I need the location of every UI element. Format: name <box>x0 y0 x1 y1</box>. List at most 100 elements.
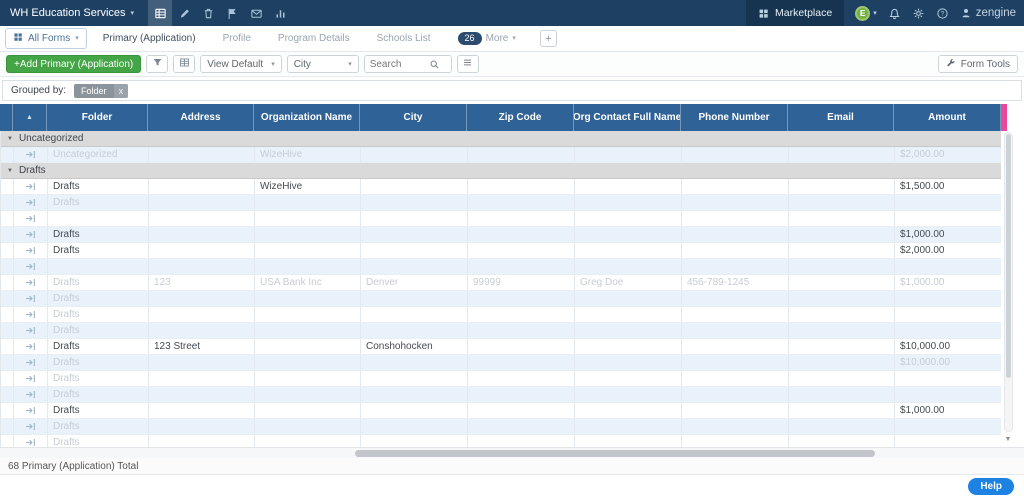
search-icon[interactable] <box>429 59 440 70</box>
filter-button[interactable] <box>146 55 169 73</box>
column-header-organization-name[interactable]: Organization Name <box>254 104 360 131</box>
table-row[interactable]: Drafts <box>1 435 1001 447</box>
tab-profile[interactable]: Profile <box>223 33 251 44</box>
table-row[interactable] <box>1 259 1001 275</box>
column-header-address[interactable]: Address <box>148 104 254 131</box>
column-header-phone-number[interactable]: Phone Number <box>681 104 788 131</box>
add-column-strip[interactable] <box>1001 104 1007 131</box>
cell-phone-number <box>682 323 789 338</box>
open-record-icon[interactable] <box>14 291 48 306</box>
open-record-icon[interactable] <box>14 307 48 322</box>
group-collapse-icon[interactable]: ▼ <box>7 136 13 142</box>
open-record-icon[interactable] <box>14 259 48 274</box>
cell-city <box>361 307 468 322</box>
open-record-icon[interactable] <box>14 355 48 370</box>
vertical-scroll-thumb[interactable] <box>1006 134 1011 379</box>
open-record-icon[interactable] <box>14 227 48 242</box>
table-row[interactable]: Drafts $1,000.00 <box>1 403 1001 419</box>
open-record-icon[interactable] <box>14 371 48 386</box>
open-record-icon[interactable] <box>14 339 48 354</box>
edit-icon[interactable] <box>172 0 196 26</box>
grouped-by-chip[interactable]: Folder x <box>74 83 129 98</box>
column-header-zip-code[interactable]: Zip Code <box>467 104 574 131</box>
column-header-folder[interactable]: Folder <box>47 104 148 131</box>
table-row[interactable]: Drafts <box>1 419 1001 435</box>
table-row[interactable]: Drafts 123 USA Bank Inc Denver 99999 Greg Doe… <box>1 275 1001 291</box>
column-header-org-contact-full-name[interactable]: Org Contact Full Name <box>574 104 681 131</box>
cell-zip-code <box>468 339 575 354</box>
reports-icon[interactable] <box>268 0 292 26</box>
table-row[interactable]: Drafts <box>1 195 1001 211</box>
open-record-icon[interactable] <box>14 195 48 210</box>
cell-email <box>789 435 895 447</box>
add-form-button[interactable]: + <box>539 30 557 47</box>
open-record-icon[interactable] <box>14 435 48 447</box>
search-field-select[interactable]: City ▾ <box>286 55 359 73</box>
row-handle-header[interactable]: ▲ <box>13 104 47 131</box>
add-record-button[interactable]: +Add Primary (Application) <box>6 55 142 73</box>
scroll-down-arrow-icon[interactable]: ▼ <box>1001 433 1015 446</box>
table-row[interactable]: Drafts 123 Street Conshohocken $10,000.00 <box>1 339 1001 355</box>
notifications-bell-icon[interactable] <box>888 7 901 20</box>
column-header-amount[interactable]: Amount <box>894 104 1001 131</box>
open-record-icon[interactable] <box>14 419 48 434</box>
group-header-uncategorized[interactable]: ▼ Uncategorized <box>1 131 1001 147</box>
marketplace-button[interactable]: Marketplace <box>745 0 845 26</box>
workspace-menu[interactable]: WH Education Services ▾ <box>0 0 144 26</box>
account-menu[interactable]: E ▾ <box>855 5 877 21</box>
open-record-icon[interactable] <box>14 147 48 162</box>
open-record-icon[interactable] <box>14 403 48 418</box>
table-row[interactable]: Drafts <box>1 387 1001 403</box>
table-row[interactable] <box>1 211 1001 227</box>
help-question-icon[interactable]: ? <box>936 7 949 20</box>
open-record-icon[interactable] <box>14 211 48 226</box>
row-spacer <box>1 355 14 370</box>
table-row[interactable]: Drafts <box>1 323 1001 339</box>
row-spacer <box>1 211 14 226</box>
list-options-button[interactable] <box>456 55 479 73</box>
cell-city <box>361 419 468 434</box>
open-record-icon[interactable] <box>14 179 48 194</box>
vertical-scrollbar[interactable] <box>1004 132 1013 432</box>
horizontal-scroll-thumb[interactable] <box>355 450 875 457</box>
tab-schools-list[interactable]: Schools List <box>377 33 431 44</box>
settings-gear-icon[interactable] <box>912 7 925 20</box>
table-row[interactable]: Drafts <box>1 371 1001 387</box>
open-record-icon[interactable] <box>14 243 48 258</box>
chevron-down-icon: ▾ <box>130 9 135 17</box>
horizontal-scrollbar[interactable] <box>0 447 1024 458</box>
trash-icon[interactable] <box>196 0 220 26</box>
column-header-email[interactable]: Email <box>788 104 894 131</box>
table-row[interactable]: Drafts WizeHive $1,500.00 <box>1 179 1001 195</box>
table-row[interactable]: Uncategorized WizeHive $2,000.00 <box>1 147 1001 163</box>
table-row[interactable]: Drafts $2,000.00 <box>1 243 1001 259</box>
form-tools-button[interactable]: Form Tools <box>937 55 1018 73</box>
table-row[interactable]: Drafts <box>1 291 1001 307</box>
more-count-badge: 26 <box>457 32 482 45</box>
open-record-icon[interactable] <box>14 275 48 290</box>
table-row[interactable]: Drafts <box>1 307 1001 323</box>
tab-program-details[interactable]: Program Details <box>278 33 350 44</box>
more-forms-menu[interactable]: 26 More ▾ <box>457 32 516 45</box>
table-row[interactable]: Drafts $1,000.00 <box>1 227 1001 243</box>
tab-primary-application[interactable]: Primary (Application) <box>103 33 196 44</box>
cell-address <box>149 211 255 226</box>
group-collapse-icon[interactable]: ▼ <box>7 168 13 174</box>
open-record-icon[interactable] <box>14 323 48 338</box>
mail-icon[interactable] <box>244 0 268 26</box>
cell-phone-number <box>682 371 789 386</box>
group-header-drafts[interactable]: ▼ Drafts <box>1 163 1001 179</box>
all-forms-button[interactable]: All Forms ▾ <box>5 28 87 49</box>
view-select[interactable]: View Default ▾ <box>200 55 282 73</box>
help-button[interactable]: Help <box>968 478 1014 495</box>
cell-phone-number <box>682 435 789 447</box>
table-row[interactable]: Drafts $10,000.00 <box>1 355 1001 371</box>
column-header-city[interactable]: City <box>360 104 467 131</box>
data-grid-icon[interactable] <box>148 0 173 26</box>
open-record-icon[interactable] <box>14 387 48 402</box>
grid-view-button[interactable] <box>173 55 196 73</box>
search-input[interactable] <box>364 58 429 70</box>
remove-group-icon[interactable]: x <box>113 83 129 98</box>
cell-phone-number <box>682 387 789 402</box>
flag-icon[interactable] <box>220 0 244 26</box>
